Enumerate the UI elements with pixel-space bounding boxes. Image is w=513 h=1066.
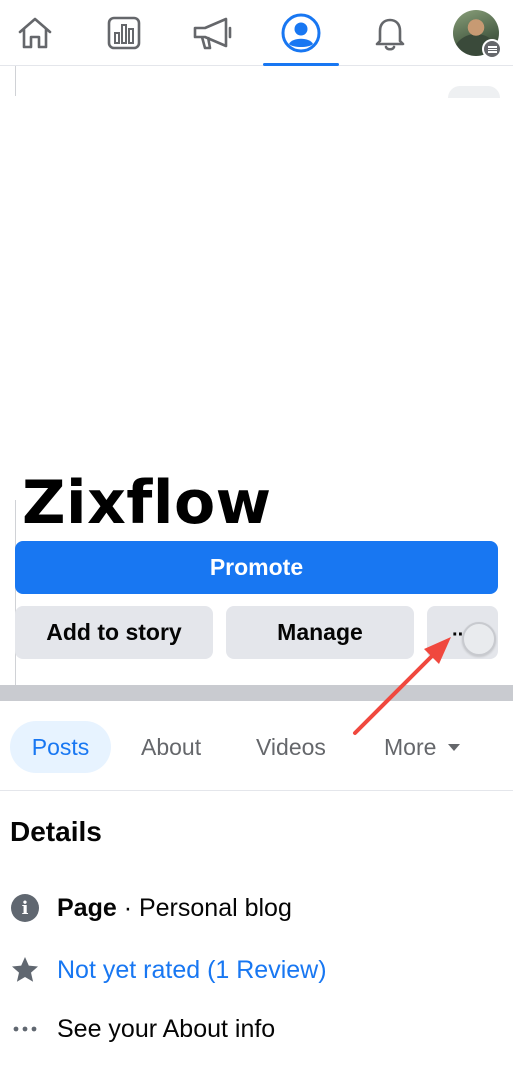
- tab-more[interactable]: More: [384, 721, 461, 773]
- more-options-button[interactable]: ···: [427, 606, 498, 659]
- section-divider: [0, 685, 513, 701]
- top-navigation-bar: [0, 0, 513, 66]
- insights-icon: [107, 16, 141, 50]
- nav-ads[interactable]: [173, 0, 253, 66]
- tab-posts[interactable]: Posts: [10, 721, 111, 773]
- detail-rating[interactable]: Not yet rated (1 Review): [10, 952, 327, 988]
- info-icon: i: [10, 893, 40, 923]
- manage-button[interactable]: Manage: [226, 606, 414, 659]
- star-icon: [10, 955, 40, 985]
- content-edge: [15, 66, 16, 96]
- profile-icon: [281, 13, 321, 53]
- page-tabs: Posts About Videos More: [0, 701, 513, 791]
- tab-videos[interactable]: Videos: [256, 721, 326, 773]
- home-icon: [18, 17, 52, 49]
- about-info-link[interactable]: See your About info: [57, 1015, 275, 1044]
- add-to-story-button[interactable]: Add to story: [15, 606, 213, 659]
- nav-menu[interactable]: [436, 0, 513, 66]
- bell-icon: [375, 18, 405, 51]
- nav-profile[interactable]: [261, 0, 341, 66]
- content-edge: [15, 500, 16, 690]
- menu-badge-icon: [482, 39, 502, 59]
- more-horizontal-icon: [10, 1014, 40, 1044]
- touch-indicator: [462, 622, 496, 656]
- detail-about[interactable]: See your About info: [10, 1011, 275, 1047]
- megaphone-icon: [193, 17, 232, 50]
- category-type: Page: [57, 893, 117, 922]
- rating-link[interactable]: Not yet rated (1 Review): [57, 956, 327, 985]
- nav-home[interactable]: [0, 0, 75, 66]
- cover-photo-edge: [448, 86, 500, 98]
- avatar: [453, 10, 502, 59]
- tab-more-label: More: [384, 733, 437, 760]
- detail-category: i Page · Personal blog: [10, 890, 292, 926]
- promote-button[interactable]: Promote: [15, 541, 498, 594]
- chevron-down-icon: [448, 743, 461, 751]
- tab-about[interactable]: About: [141, 721, 201, 773]
- details-heading: Details: [10, 816, 102, 847]
- nav-insights[interactable]: [84, 0, 164, 66]
- nav-notifications[interactable]: [350, 0, 430, 66]
- page-title: Zixflow: [22, 468, 272, 538]
- category-value: · Personal blog: [116, 893, 292, 922]
